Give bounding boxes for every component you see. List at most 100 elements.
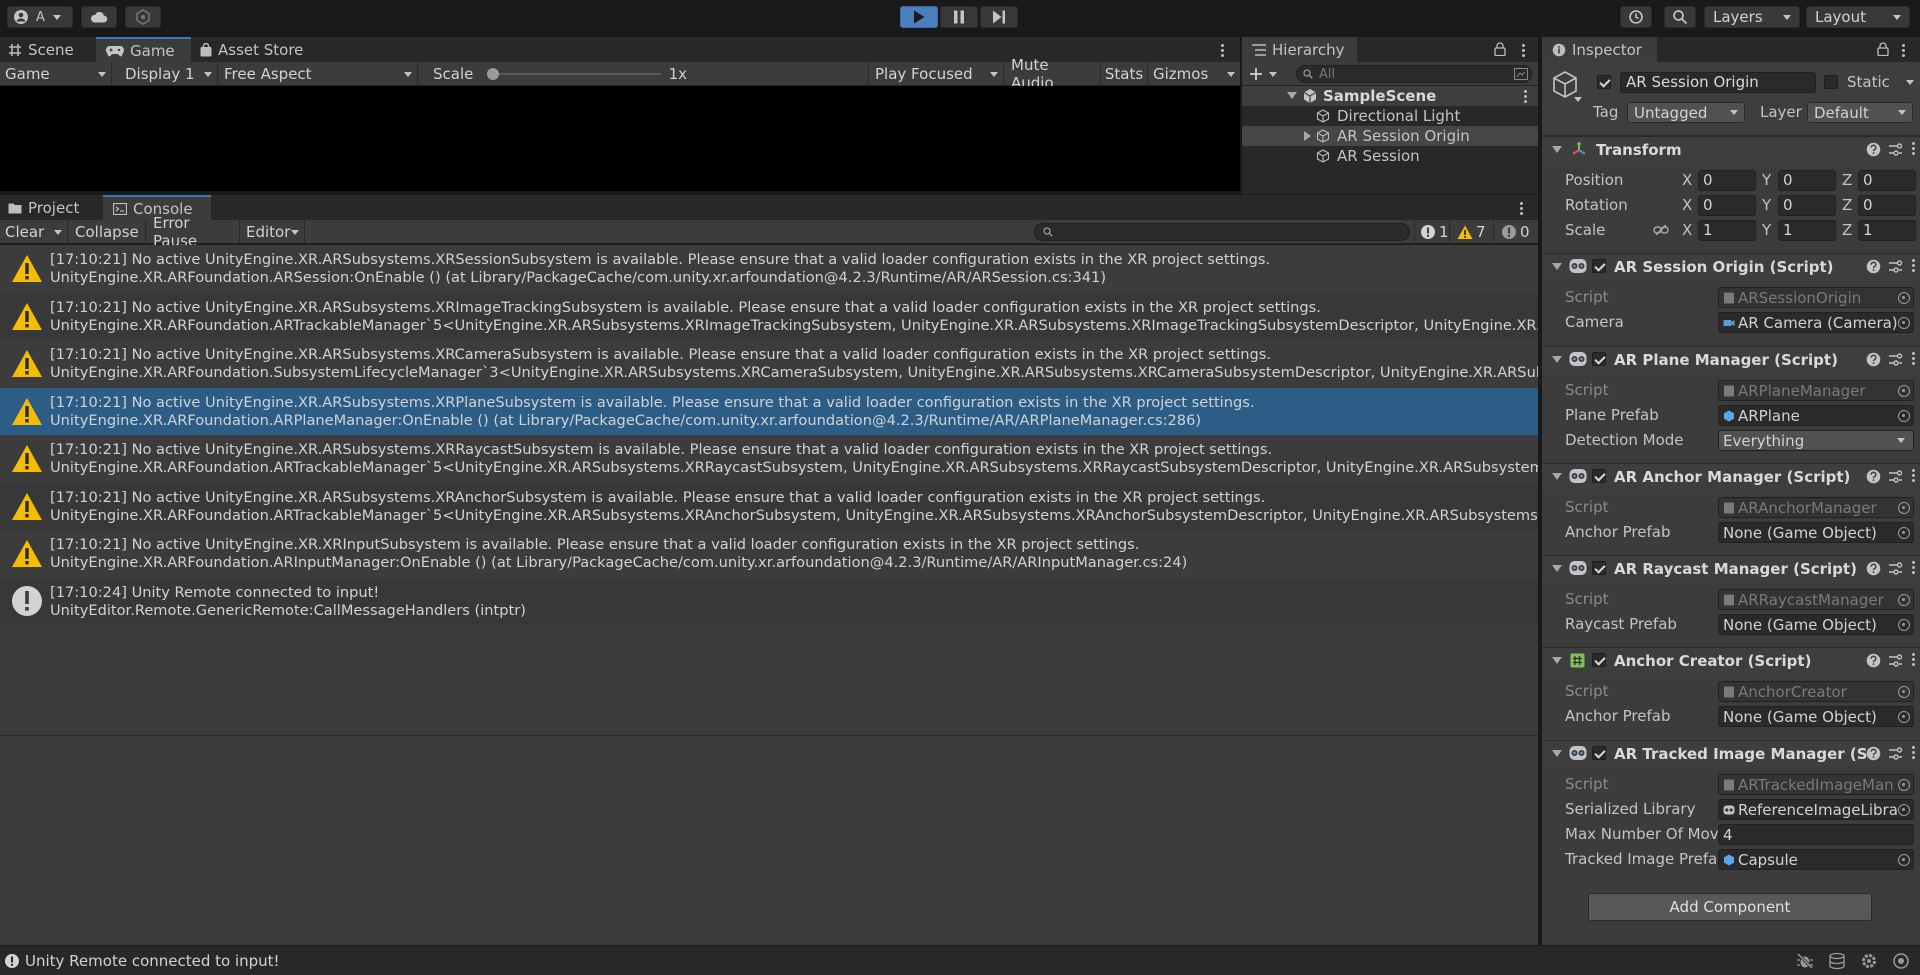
transform-header[interactable]: Transform: [1542, 136, 1920, 162]
bug-icon[interactable]: [1796, 952, 1814, 970]
play-focused-dropdown[interactable]: Play Focused: [868, 62, 1004, 86]
cloud-button[interactable]: [81, 6, 117, 28]
help-icon[interactable]: [1866, 561, 1881, 576]
search-button[interactable]: [1664, 6, 1696, 28]
axis-label[interactable]: X: [1682, 221, 1692, 239]
scale-slider-thumb[interactable]: [487, 68, 500, 80]
error-pause-toggle[interactable]: Error Pause: [148, 214, 240, 250]
console-log-entry[interactable]: [17:10:21] No active UnityEngine.XR.ARSu…: [0, 435, 1538, 483]
expand-arrow-icon[interactable]: [1287, 92, 1297, 99]
cache-server-icon[interactable]: [1828, 952, 1846, 970]
tab-inspector[interactable]: Inspector: [1542, 37, 1657, 62]
axis-label[interactable]: Z: [1842, 171, 1852, 189]
component-header[interactable]: AR Raycast Manager (Script): [1542, 555, 1920, 581]
console-log-entry[interactable]: [17:10:21] No active UnityEngine.XR.ARSu…: [0, 292, 1538, 340]
tag-dropdown[interactable]: Untagged: [1627, 102, 1745, 123]
layer-dropdown[interactable]: Default: [1807, 102, 1913, 123]
object-picker-icon[interactable]: [1898, 410, 1910, 422]
component-menu[interactable]: [1912, 744, 1916, 761]
axis-label[interactable]: Z: [1842, 221, 1852, 239]
object-field[interactable]: AR Camera (Camera): [1718, 312, 1914, 333]
help-icon[interactable]: [1866, 142, 1881, 157]
hierarchy-item-directional-light[interactable]: Directional Light: [1242, 106, 1538, 126]
component-menu[interactable]: [1912, 350, 1916, 367]
component-header[interactable]: Anchor Creator (Script): [1542, 647, 1920, 673]
lock-icon[interactable]: [1877, 42, 1889, 56]
transform-rotation-x-field[interactable]: 0: [1698, 195, 1756, 216]
axis-label[interactable]: Z: [1842, 196, 1852, 214]
object-picker-icon[interactable]: [1898, 854, 1910, 866]
object-picker-icon[interactable]: [1898, 317, 1910, 329]
console-log-entry[interactable]: [17:10:21] No active UnityEngine.XR.ARSu…: [0, 340, 1538, 388]
tab-project[interactable]: Project: [0, 195, 102, 220]
foldout-arrow-icon[interactable]: [1552, 473, 1562, 480]
gear-icon[interactable]: [1860, 952, 1878, 970]
hierarchy-search[interactable]: All: [1296, 65, 1532, 83]
component-enabled-checkbox[interactable]: [1592, 653, 1606, 667]
help-icon[interactable]: [1866, 352, 1881, 367]
component-enabled-checkbox[interactable]: [1592, 469, 1606, 483]
display-dropdown[interactable]: Display 1: [119, 62, 218, 86]
console-panel-menu[interactable]: [1520, 200, 1524, 217]
transform-scale-x-field[interactable]: 1: [1698, 220, 1756, 241]
help-icon[interactable]: [1866, 259, 1881, 274]
console-log-entry[interactable]: [17:10:21] No active UnityEngine.XR.ARSu…: [0, 245, 1538, 293]
account-dropdown[interactable]: A: [7, 6, 73, 28]
axis-label[interactable]: Y: [1762, 221, 1771, 239]
object-field[interactable]: ARPlane: [1718, 405, 1914, 426]
foldout-arrow-icon[interactable]: [1552, 263, 1562, 270]
preset-icon[interactable]: [1888, 469, 1903, 484]
object-picker-icon[interactable]: [1898, 594, 1910, 606]
preset-icon[interactable]: [1888, 653, 1903, 668]
mute-audio-toggle[interactable]: Mute Audio: [1006, 56, 1101, 92]
foldout-arrow-icon[interactable]: [1552, 565, 1562, 572]
component-menu[interactable]: [1912, 559, 1916, 576]
warning-filter-toggle[interactable]: 7: [1452, 220, 1494, 244]
info-filter-toggle[interactable]: 1: [1414, 220, 1450, 244]
detection-mode-dropdown[interactable]: Everything: [1718, 430, 1914, 451]
tab-asset-store[interactable]: Asset Store: [200, 37, 320, 62]
preset-icon[interactable]: [1888, 142, 1903, 157]
transform-rotation-z-field[interactable]: 0: [1858, 195, 1916, 216]
object-picker-icon[interactable]: [1898, 619, 1910, 631]
transform-rotation-y-field[interactable]: 0: [1778, 195, 1836, 216]
constrain-proportions-icon[interactable]: [1653, 224, 1669, 236]
preset-icon[interactable]: [1888, 352, 1903, 367]
scene-filter-icon[interactable]: [1514, 68, 1528, 80]
transform-scale-y-field[interactable]: 1: [1778, 220, 1836, 241]
create-dropdown[interactable]: [1249, 65, 1287, 83]
component-menu[interactable]: [1912, 140, 1916, 157]
help-icon[interactable]: [1866, 653, 1881, 668]
add-component-button[interactable]: Add Component: [1588, 893, 1872, 921]
object-field[interactable]: None (Game Object): [1718, 614, 1914, 635]
axis-label[interactable]: Y: [1762, 196, 1771, 214]
console-log-entry[interactable]: [17:10:24] Unity Remote connected to inp…: [0, 577, 1538, 625]
object-field[interactable]: ReferenceImageLibra: [1718, 799, 1914, 820]
object-picker-icon[interactable]: [1898, 527, 1910, 539]
object-field[interactable]: None (Game Object): [1718, 706, 1914, 727]
static-checkbox[interactable]: [1824, 75, 1838, 89]
hierarchy-item-ar-session-origin[interactable]: AR Session Origin: [1242, 126, 1538, 146]
component-enabled-checkbox[interactable]: [1592, 746, 1606, 760]
transform-position-z-field[interactable]: 0: [1858, 170, 1916, 191]
scene-menu[interactable]: [1524, 88, 1528, 105]
stats-toggle[interactable]: Stats: [1101, 62, 1148, 86]
object-picker-icon[interactable]: [1898, 711, 1910, 723]
axis-label[interactable]: X: [1682, 171, 1692, 189]
gameobject-cube-icon[interactable]: [1550, 70, 1580, 100]
transform-scale-z-field[interactable]: 1: [1858, 220, 1916, 241]
play-button[interactable]: [900, 6, 938, 28]
gizmos-dropdown[interactable]: Gizmos: [1148, 62, 1240, 86]
chevron-down-icon[interactable]: [1574, 97, 1582, 102]
error-filter-toggle[interactable]: 0: [1496, 220, 1536, 244]
inspector-menu[interactable]: [1902, 42, 1906, 59]
foldout-arrow-icon[interactable]: [1552, 146, 1562, 153]
collab-button[interactable]: [125, 6, 161, 28]
component-enabled-checkbox[interactable]: [1592, 561, 1606, 575]
object-active-checkbox[interactable]: [1597, 75, 1611, 89]
console-log-entry[interactable]: [17:10:21] No active UnityEngine.XR.XRIn…: [0, 530, 1538, 578]
help-icon[interactable]: [1866, 469, 1881, 484]
object-picker-icon[interactable]: [1898, 385, 1910, 397]
component-header[interactable]: AR Tracked Image Manager (S: [1542, 740, 1920, 766]
console-detail-pane[interactable]: [0, 735, 1538, 945]
